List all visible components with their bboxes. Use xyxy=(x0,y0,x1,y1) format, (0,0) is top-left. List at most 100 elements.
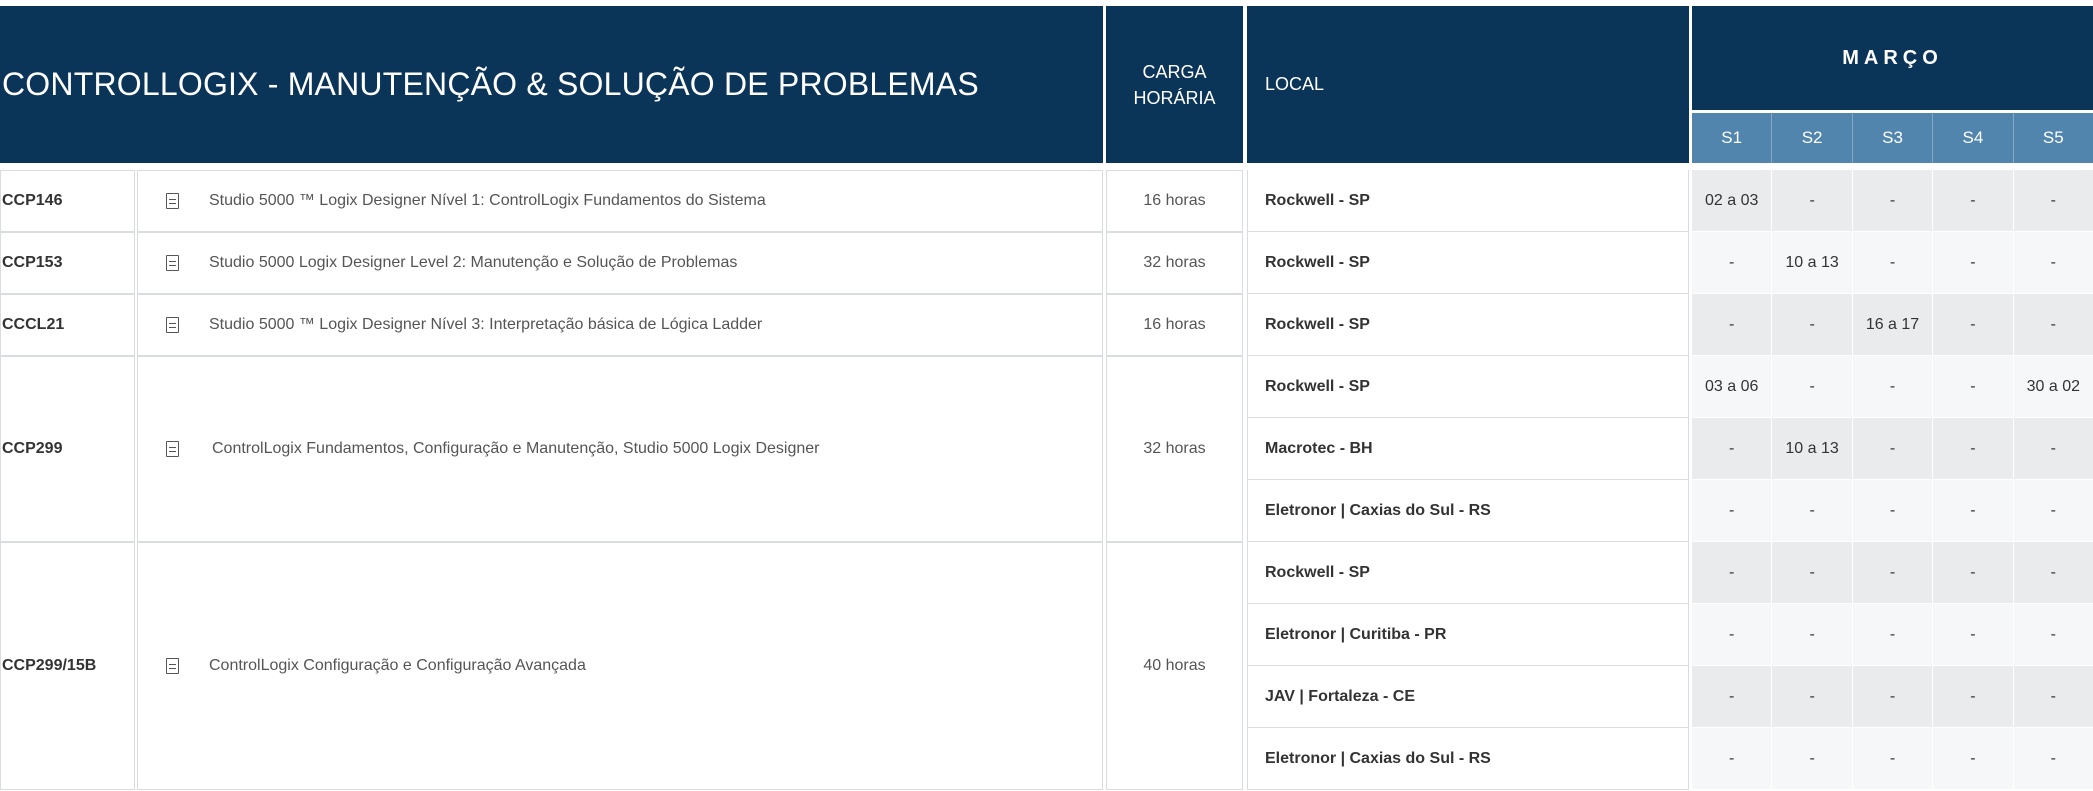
course-hours: 32 horas xyxy=(1106,232,1243,294)
week-cell: - xyxy=(1933,294,2014,355)
table-title: CONTROLLOGIX - MANUTENÇÃO & SOLUÇÃO DE P… xyxy=(0,6,1103,163)
week-cell: - xyxy=(2050,625,2056,643)
week-cell: 10 a 13 xyxy=(1772,418,1853,479)
week-header-s1: S1 xyxy=(1692,113,1773,163)
column-header-local: LOCAL xyxy=(1247,6,1689,163)
week-cell: - xyxy=(1933,666,2014,727)
week-cell: - xyxy=(1772,294,1853,355)
week-header-s2: S2 xyxy=(1772,113,1853,163)
session-weeks: ----- xyxy=(1692,542,2093,603)
table-title-text: CONTROLLOGIX - MANUTENÇÃO & SOLUÇÃO DE P… xyxy=(2,66,979,102)
document-icon xyxy=(166,193,179,209)
session-weeks: ----- xyxy=(1692,728,2093,789)
week-cell: - xyxy=(1933,728,2014,789)
week-cell: - xyxy=(2050,253,2056,271)
course-name-text[interactable]: ControlLogix Configuração e Configuração… xyxy=(209,657,586,675)
month-label: MARÇO xyxy=(1842,46,1943,69)
course-code: CCP299 xyxy=(0,356,135,542)
week-cell: - xyxy=(1692,604,1773,665)
course-hours: 32 horas xyxy=(1106,356,1243,542)
session-local: Eletronor | Curitiba - PR xyxy=(1247,604,1689,666)
session-local: Rockwell - SP xyxy=(1247,232,1689,294)
week-header-s3: S3 xyxy=(1852,113,1934,163)
week-cell: - xyxy=(2050,749,2056,767)
session-weeks: -10 a 13- - - xyxy=(1692,418,2093,479)
month-header: MARÇO xyxy=(1692,6,2093,110)
week-cell: - xyxy=(1853,418,1934,479)
session-local: Rockwell - SP xyxy=(1247,542,1689,604)
week-cell: - xyxy=(1772,356,1853,417)
course-code: CCP146 xyxy=(0,170,135,232)
course-name-text[interactable]: ControlLogix Fundamentos, Configuração e… xyxy=(212,440,820,458)
carga-label: CARGA HORÁRIA xyxy=(1133,61,1216,108)
course-name-text[interactable]: Studio 5000 ™ Logix Designer Nível 1: Co… xyxy=(209,192,766,210)
course-name[interactable]: Studio 5000 ™ Logix Designer Nível 3: In… xyxy=(137,294,1103,356)
course-name-text[interactable]: Studio 5000 ™ Logix Designer Nível 3: In… xyxy=(209,316,762,334)
week-cell: - xyxy=(1692,418,1773,479)
session-local: Rockwell - SP xyxy=(1247,294,1689,356)
week-cell: - xyxy=(1853,604,1934,665)
week-cell: - xyxy=(2050,315,2056,333)
document-icon xyxy=(166,658,179,674)
week-cell: - xyxy=(1692,666,1773,727)
session-weeks: - -16 a 17- - xyxy=(1692,294,2093,355)
week-cell: - xyxy=(1772,666,1853,727)
week-cell: - xyxy=(1933,170,2014,231)
week-cell: - xyxy=(1933,232,2014,293)
week-cell: - xyxy=(1933,356,2014,417)
week-cell: - xyxy=(1853,356,1934,417)
week-cell: - xyxy=(1692,480,1773,541)
week-cell: - xyxy=(1772,170,1853,231)
course-code: CCP299/15B xyxy=(0,542,135,790)
session-local: Rockwell - SP xyxy=(1247,170,1689,232)
week-cell: - xyxy=(1853,170,1934,231)
week-cell: - xyxy=(1772,480,1853,541)
week-cell: - xyxy=(1692,728,1773,789)
week-cell: - xyxy=(2050,501,2056,519)
course-hours: 40 horas xyxy=(1106,542,1243,790)
session-local: Rockwell - SP xyxy=(1247,356,1689,418)
course-name-text[interactable]: Studio 5000 Logix Designer Level 2: Manu… xyxy=(209,254,737,272)
week-cell: - xyxy=(1772,728,1853,789)
course-hours: 16 horas xyxy=(1106,294,1243,356)
course-code: CCP153 xyxy=(0,232,135,294)
course-hours: 16 horas xyxy=(1106,170,1243,232)
week-cell: - xyxy=(1772,542,1853,603)
session-weeks: ----- xyxy=(1692,604,2093,665)
week-cell: - xyxy=(1933,418,2014,479)
course-name[interactable]: Studio 5000 Logix Designer Level 2: Manu… xyxy=(137,232,1103,294)
week-header-s5: S5 xyxy=(2013,113,2093,163)
document-icon xyxy=(166,441,179,457)
course-code: CCCL21 xyxy=(0,294,135,356)
week-cell: 16 a 17 xyxy=(1853,294,1934,355)
week-cell: - xyxy=(2050,563,2056,581)
week-cell: - xyxy=(1933,542,2014,603)
week-cell: - xyxy=(2050,191,2056,209)
session-local: Eletronor | Caxias do Sul - RS xyxy=(1247,728,1689,790)
week-cell: - xyxy=(1772,604,1853,665)
week-cell: - xyxy=(1853,480,1934,541)
session-weeks: -10 a 13- - - xyxy=(1692,232,2093,293)
session-local: JAV | Fortaleza - CE xyxy=(1247,666,1689,728)
week-cell: 03 a 06 xyxy=(1692,356,1773,417)
week-cell: - xyxy=(2050,687,2056,705)
week-header-s4: S4 xyxy=(1933,113,2014,163)
week-cell: 02 a 03 xyxy=(1692,170,1773,231)
session-weeks: ----- xyxy=(1692,480,2093,541)
session-weeks: ----- xyxy=(1692,666,2093,727)
week-cell: - xyxy=(1853,232,1934,293)
session-local: Macrotec - BH xyxy=(1247,418,1689,480)
week-cell: - xyxy=(1853,666,1934,727)
session-weeks: 02 a 03- - - - xyxy=(1692,170,2093,231)
course-name[interactable]: ControlLogix Configuração e Configuração… xyxy=(137,542,1103,790)
week-cell: - xyxy=(1933,480,2014,541)
week-cell: - xyxy=(1853,728,1934,789)
course-name[interactable]: ControlLogix Fundamentos, Configuração e… xyxy=(137,356,1103,542)
local-label: LOCAL xyxy=(1265,74,1325,94)
week-cell: - xyxy=(2050,439,2056,457)
session-weeks: 03 a 06- - -30 a 02 xyxy=(1692,356,2093,417)
week-cell: - xyxy=(1692,542,1773,603)
session-local: Eletronor | Caxias do Sul - RS xyxy=(1247,480,1689,542)
course-name[interactable]: Studio 5000 ™ Logix Designer Nível 1: Co… xyxy=(137,170,1103,232)
document-icon xyxy=(166,317,179,333)
